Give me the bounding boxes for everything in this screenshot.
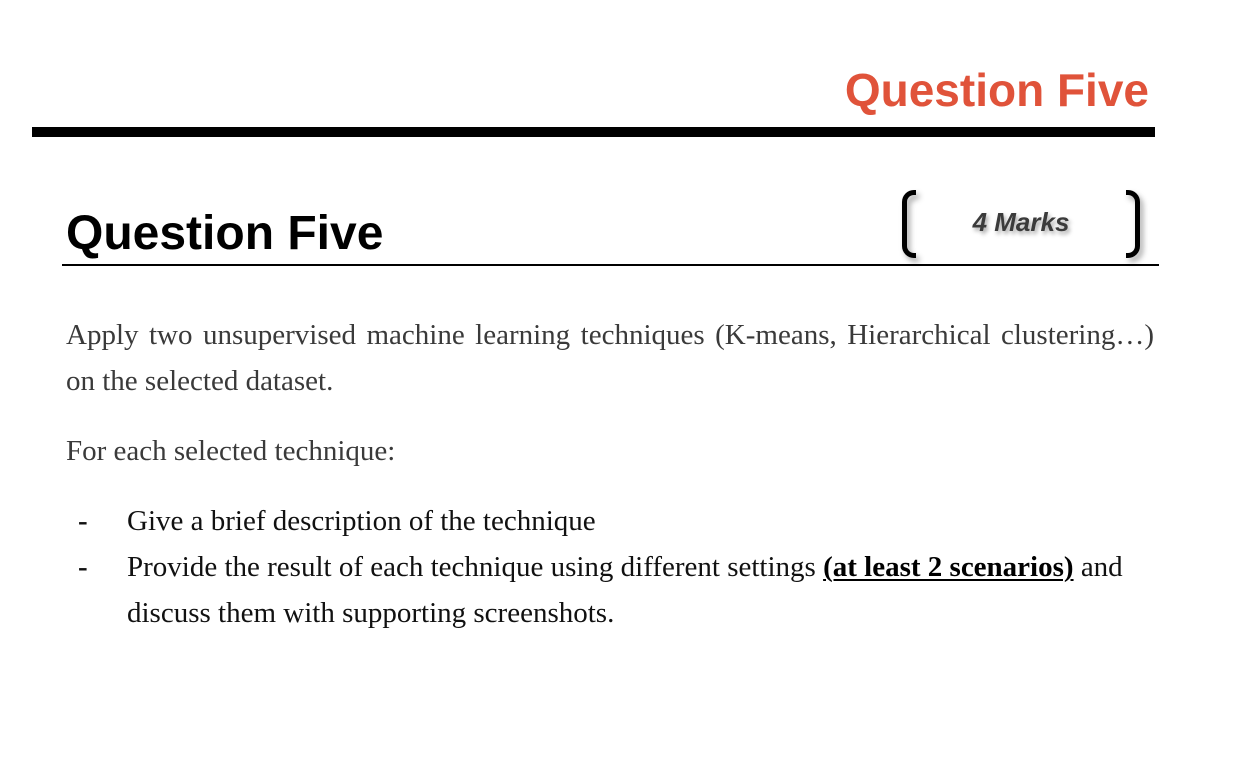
marks-label: 4 Marks xyxy=(972,207,1070,237)
dash-bullet-icon: - xyxy=(78,551,88,583)
section-title: Question Five xyxy=(66,207,384,260)
marks-badge: 4 Marks xyxy=(900,190,1142,260)
right-bracket-icon xyxy=(1126,190,1140,258)
task-text: Provide the result of each technique usi… xyxy=(127,551,824,583)
task-list-item: - Provide the result of each technique u… xyxy=(66,544,1156,636)
header-divider xyxy=(32,127,1155,137)
task-list-item: - Give a brief description of the techni… xyxy=(66,498,1156,544)
task-text: Give a brief description of the techniqu… xyxy=(127,505,596,537)
page-header-title: Question Five xyxy=(844,64,1149,116)
dash-bullet-icon: - xyxy=(78,505,88,537)
task-emphasis: (at least 2 scenarios) xyxy=(823,551,1074,583)
lead-paragraph: For each selected technique: xyxy=(66,435,396,467)
task-list: - Give a brief description of the techni… xyxy=(66,498,1156,636)
intro-paragraph: Apply two unsupervised machine learning … xyxy=(66,319,1154,397)
section-divider xyxy=(62,264,1159,266)
